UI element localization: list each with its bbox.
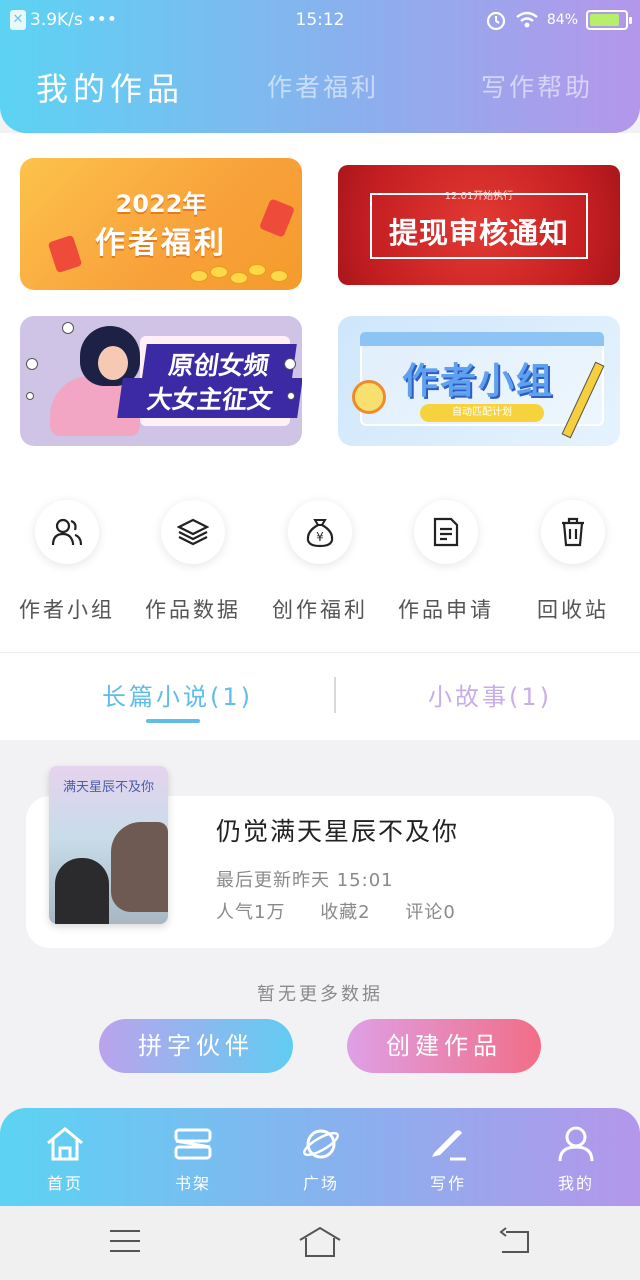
window-titlebar — [360, 332, 604, 346]
banner-welfare-year: 2022年 — [115, 190, 207, 218]
cover-silhouette — [55, 858, 109, 924]
work-comments: 评论0 — [405, 902, 456, 923]
battery-fill — [590, 14, 619, 26]
coin-icon — [270, 270, 288, 282]
document-icon — [433, 517, 459, 547]
trash-icon — [562, 517, 584, 547]
create-work-button[interactable]: 创建作品 — [347, 1019, 541, 1073]
no-more-data: 暂无更多数据 — [257, 984, 383, 1005]
tab-author-welfare[interactable]: 作者福利 — [267, 68, 379, 104]
category-tabs: 长篇小说(1) 小故事(1) — [0, 652, 640, 740]
cover-figure — [111, 822, 168, 912]
nav-label: 我的 — [557, 1174, 594, 1193]
nav-label: 书架 — [174, 1174, 211, 1193]
home-icon — [47, 1127, 83, 1161]
svg-text:¥: ¥ — [316, 530, 324, 544]
home-button-icon[interactable] — [298, 1226, 342, 1258]
nav-mine[interactable]: 我的 — [512, 1124, 640, 1194]
nav-write[interactable]: 写作 — [384, 1124, 512, 1194]
tab-writing-help[interactable]: 写作帮助 — [481, 68, 593, 104]
header-tabs: 我的作品 作者福利 写作帮助 — [0, 62, 640, 118]
banner-withdraw-notice[interactable]: 12.01开始执行 提现审核通知 — [338, 165, 620, 285]
banner-welfare-title: 作者福利 — [95, 226, 227, 261]
selection-handle[interactable] — [26, 358, 38, 370]
people-icon — [51, 518, 83, 546]
action-circle — [35, 500, 99, 564]
action-circle — [541, 500, 605, 564]
work-favorites: 收藏2 — [320, 902, 371, 923]
battery-icon — [586, 10, 632, 30]
group-pill: 自动匹配计划 — [420, 404, 544, 422]
tab-long-novel[interactable]: 长篇小说(1) — [102, 677, 253, 712]
coin-icon — [190, 270, 208, 282]
action-label: 创作福利 — [272, 598, 368, 622]
tab-short-story[interactable]: 小故事(1) — [428, 677, 552, 712]
work-title[interactable]: 仍觉满天星辰不及你 — [216, 812, 459, 848]
action-label: 作品申请 — [398, 598, 494, 622]
selection-handle[interactable] — [284, 358, 296, 370]
action-recycle-bin[interactable]: 回收站 — [509, 500, 637, 624]
action-label: 回收站 — [537, 598, 609, 622]
coin-icon — [230, 272, 248, 284]
status-right: 84% — [485, 9, 632, 31]
quick-actions: 作者小组 作品数据 ¥ 创作福利 作品申请 回收站 — [0, 500, 640, 640]
bookshelf-icon — [174, 1128, 212, 1160]
active-tab-indicator — [146, 719, 200, 723]
action-work-application[interactable]: 作品申请 — [382, 500, 510, 624]
banner-author-welfare[interactable]: 2022年 作者福利 — [20, 158, 302, 290]
action-creation-welfare[interactable]: ¥ 创作福利 — [256, 500, 384, 624]
bottom-nav: 首页 书架 广场 写作 我的 — [0, 1108, 640, 1206]
layers-icon — [177, 518, 209, 546]
girl-face — [98, 346, 128, 380]
action-label: 作品数据 — [145, 598, 241, 622]
menu-icon[interactable] — [108, 1226, 142, 1256]
planet-icon — [303, 1129, 339, 1159]
group-title: 作者小组 — [401, 361, 554, 402]
action-work-data[interactable]: 作品数据 — [129, 500, 257, 624]
action-circle — [161, 500, 225, 564]
nav-label: 写作 — [429, 1174, 466, 1193]
selection-handle[interactable] — [26, 392, 34, 400]
alarm-icon — [486, 11, 505, 31]
system-nav-bar — [0, 1206, 640, 1280]
nav-home[interactable]: 首页 — [1, 1124, 129, 1194]
nav-bookshelf[interactable]: 书架 — [129, 1124, 257, 1194]
work-updated: 最后更新昨天 15:01 — [216, 870, 394, 891]
notice-effective-date: 12.01开始执行 — [444, 191, 514, 202]
nav-label: 广场 — [302, 1174, 339, 1193]
banner-author-group[interactable]: 作者小组 自动匹配计划 — [338, 316, 620, 446]
status-bar: ✕ 3.9K/s ••• 15:12 84% — [0, 0, 640, 42]
nav-label: 首页 — [46, 1174, 83, 1193]
battery-percent: 84% — [546, 12, 578, 28]
tab-divider — [334, 677, 336, 713]
nav-plaza[interactable]: 广场 — [257, 1124, 385, 1194]
cover-title: 满天星辰不及你 — [62, 780, 154, 795]
work-stats: 人气1万 收藏2 评论0 — [216, 898, 484, 924]
header: ✕ 3.9K/s ••• 15:12 84% 我的作品 作者福利 写作帮助 — [0, 0, 640, 133]
action-author-group[interactable]: 作者小组 — [3, 500, 131, 624]
wifi-icon — [516, 11, 538, 28]
contest-line2: 大女主征文 — [117, 378, 302, 418]
action-circle — [414, 500, 478, 564]
partner-button[interactable]: 拼字伙伴 — [99, 1019, 293, 1073]
work-popularity: 人气1万 — [216, 902, 286, 923]
action-label: 作者小组 — [19, 598, 115, 622]
back-icon[interactable] — [498, 1226, 532, 1256]
notice-title: 提现审核通知 — [388, 216, 569, 250]
book-cover[interactable]: 满天星辰不及你 — [49, 766, 168, 924]
selection-handle[interactable] — [287, 392, 295, 400]
coin-icon — [210, 266, 228, 278]
action-circle: ¥ — [288, 500, 352, 564]
tab-my-works[interactable]: 我的作品 — [36, 64, 184, 110]
pen-icon — [432, 1130, 466, 1161]
coin-icon — [248, 264, 266, 276]
banner-contest[interactable]: 原创女频 大女主征文 — [20, 316, 302, 446]
money-bag-icon: ¥ — [306, 519, 334, 548]
user-icon — [558, 1126, 594, 1162]
selection-handle[interactable] — [62, 322, 74, 334]
